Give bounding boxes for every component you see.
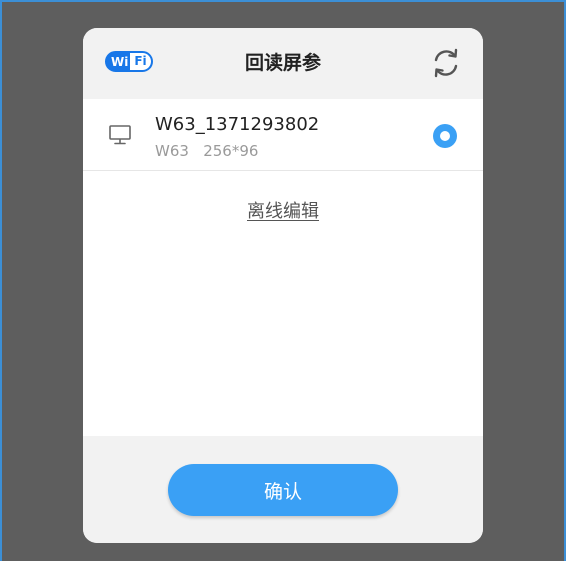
readback-dialog: Wi Fi 回读屏参 W63_1371293802 W63 256*96 离线编…: [83, 28, 483, 543]
confirm-button[interactable]: 确认: [168, 464, 398, 516]
window-frame-top: [0, 0, 566, 2]
dialog-footer: 确认: [83, 436, 483, 543]
device-select-radio[interactable]: [433, 124, 457, 148]
device-list-item[interactable]: W63_1371293802 W63 256*96: [83, 99, 483, 171]
dialog-header: Wi Fi 回读屏参: [83, 28, 483, 99]
radio-selected-dot: [440, 131, 450, 141]
offline-edit-link[interactable]: 离线编辑: [247, 201, 319, 222]
device-detail: W63 256*96: [155, 142, 259, 160]
dialog-title: 回读屏参: [244, 52, 321, 74]
dialog-body: W63_1371293802 W63 256*96 离线编辑: [83, 99, 483, 436]
window-frame-left: [0, 0, 2, 561]
device-name: W63_1371293802: [155, 114, 320, 135]
offline-edit-container: 离线编辑: [83, 197, 483, 223]
refresh-icon[interactable]: [430, 47, 462, 79]
monitor-icon: [109, 125, 131, 145]
